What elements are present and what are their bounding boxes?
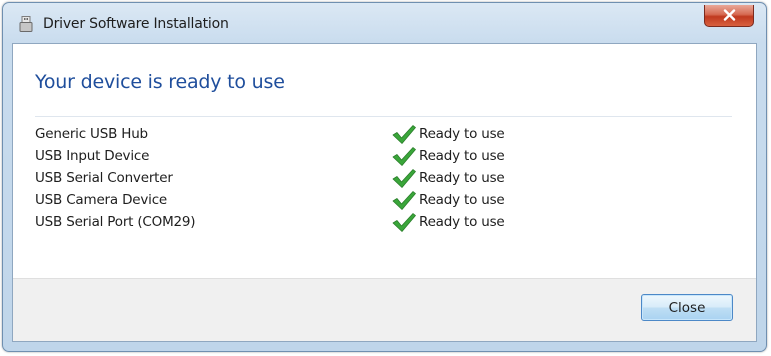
- device-row: Generic USB Hub Ready to use: [35, 124, 735, 146]
- device-name: Generic USB Hub: [35, 126, 148, 142]
- device-row: USB Serial Converter Ready to use: [35, 168, 735, 190]
- device-name: USB Serial Port (COM29): [35, 214, 196, 230]
- device-row: USB Camera Device Ready to use: [35, 190, 735, 212]
- status-text: Ready to use: [419, 170, 505, 186]
- close-button[interactable]: Close: [641, 294, 733, 321]
- device-name: USB Camera Device: [35, 192, 168, 208]
- title-bar[interactable]: Driver Software Installation: [3, 3, 766, 43]
- device-row: USB Serial Port (COM29) Ready to use: [35, 212, 735, 234]
- window-title: Driver Software Installation: [43, 16, 229, 32]
- usb-device-icon: [19, 16, 33, 32]
- dialog-content: Your device is ready to use Generic USB …: [12, 43, 757, 342]
- page-title: Your device is ready to use: [35, 71, 285, 93]
- device-row: USB Input Device Ready to use: [35, 146, 735, 168]
- dialog-window: Driver Software Installation Your device…: [2, 2, 767, 352]
- window-close-button[interactable]: [704, 5, 754, 27]
- divider: [35, 116, 732, 117]
- dialog-footer: Close: [13, 278, 756, 341]
- device-list: Generic USB Hub Ready to use USB Input Dev…: [35, 124, 735, 234]
- status-text: Ready to use: [419, 214, 505, 230]
- device-name: USB Input Device: [35, 148, 150, 164]
- status-text: Ready to use: [419, 148, 505, 164]
- status-text: Ready to use: [419, 126, 505, 142]
- device-name: USB Serial Converter: [35, 170, 173, 186]
- status-text: Ready to use: [419, 192, 505, 208]
